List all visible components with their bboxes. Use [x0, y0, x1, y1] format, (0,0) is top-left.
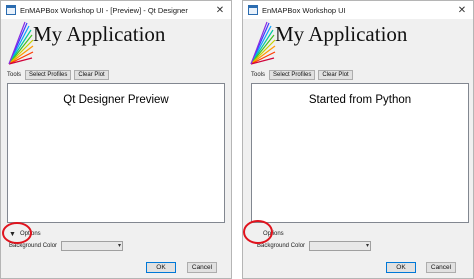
tools-label: Tools: [251, 72, 266, 78]
highlight-ring: [2, 222, 32, 244]
canvas-caption: Qt Designer Preview: [63, 94, 169, 106]
left-window: EnMAPBox Workshop UI - [Preview] - Qt De…: [0, 0, 232, 279]
background-color-combo[interactable]: ▾: [309, 241, 371, 251]
background-color-row: Background Color ▾: [9, 241, 123, 251]
toolbar: Tools Select Profiles Clear Plot: [251, 69, 356, 81]
app-title: My Application: [33, 22, 166, 46]
close-icon[interactable]: ✕: [209, 1, 231, 19]
app-title: My Application: [275, 22, 408, 46]
close-icon[interactable]: ✕: [451, 1, 473, 19]
tools-label: Tools: [7, 72, 22, 78]
canvas-caption: Started from Python: [308, 94, 412, 106]
background-color-combo[interactable]: ▾: [61, 241, 123, 251]
ok-button[interactable]: OK: [386, 262, 416, 273]
left-titlebar[interactable]: EnMAPBox Workshop UI - [Preview] - Qt De…: [1, 1, 231, 19]
plot-canvas[interactable]: Started from Python: [251, 83, 469, 223]
chevron-down-icon: ▾: [117, 243, 121, 249]
select-profiles-button[interactable]: Select Profiles: [269, 70, 316, 80]
app-window-icon: [6, 5, 16, 15]
chevron-down-icon: ▾: [365, 243, 369, 249]
highlight-ring: [243, 220, 273, 244]
select-profiles-button[interactable]: Select Profiles: [25, 70, 72, 80]
app-header: My Application: [7, 20, 225, 66]
toolbar: Tools Select Profiles Clear Plot: [7, 69, 112, 81]
window-title: EnMAPBox Workshop UI: [262, 5, 346, 15]
window-title: EnMAPBox Workshop UI - [Preview] - Qt De…: [20, 5, 188, 15]
background-color-row: Background Color ▾: [257, 241, 371, 251]
right-titlebar[interactable]: EnMAPBox Workshop UI ✕: [243, 1, 473, 19]
ok-button[interactable]: OK: [146, 262, 176, 273]
app-window-icon: [248, 5, 258, 15]
cancel-button[interactable]: Cancel: [187, 262, 217, 273]
right-window: EnMAPBox Workshop UI ✕ My Application To…: [242, 0, 474, 279]
background-color-label: Background Color: [257, 243, 306, 249]
clear-plot-button[interactable]: Clear Plot: [318, 70, 353, 80]
cancel-button[interactable]: Cancel: [426, 262, 456, 273]
spectral-fan-logo-icon: [7, 20, 35, 71]
plot-canvas[interactable]: Qt Designer Preview: [7, 83, 225, 223]
clear-plot-button[interactable]: Clear Plot: [74, 70, 109, 80]
spectral-fan-logo-icon: [249, 20, 277, 71]
app-header: My Application: [249, 20, 467, 66]
